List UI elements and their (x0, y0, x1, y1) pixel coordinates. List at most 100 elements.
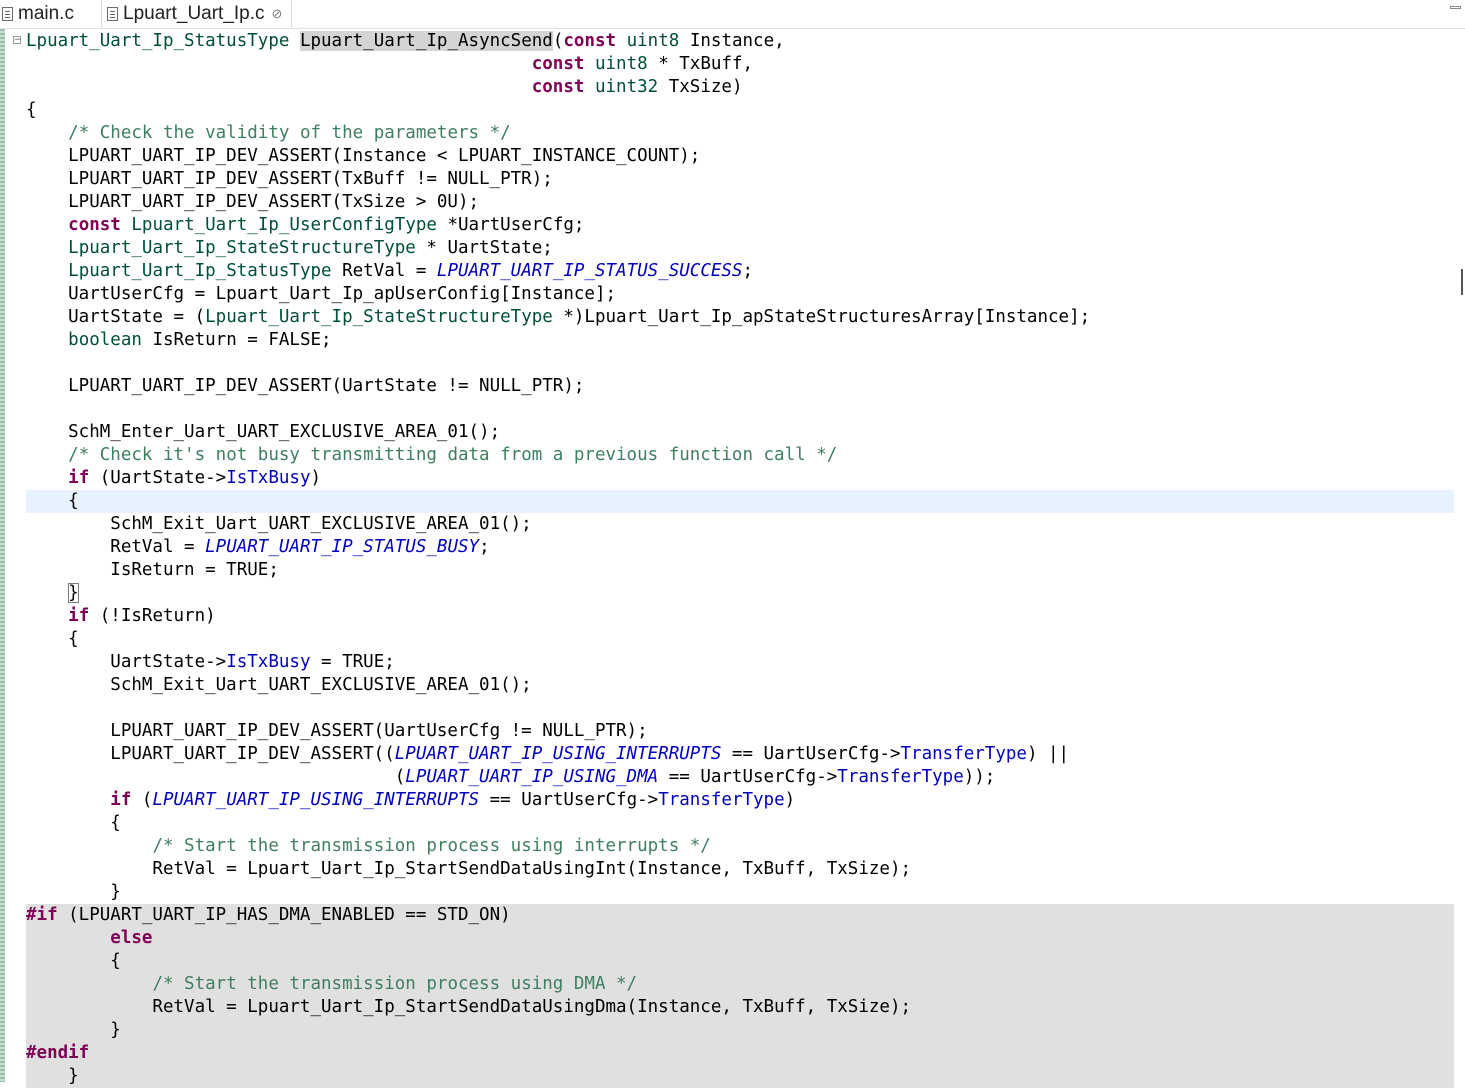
code-line[interactable]: LPUART_UART_IP_DEV_ASSERT(Instance < LPU… (26, 145, 1454, 168)
code-token: (!IsReturn) (89, 606, 216, 626)
code-token: IsReturn = FALSE; (141, 330, 332, 350)
code-token: LPUART_UART_IP_DEV_ASSERT(( (26, 744, 395, 764)
code-editor[interactable]: Lpuart_Uart_Ip_StatusType Lpuart_Uart_Ip… (26, 30, 1454, 1088)
code-line[interactable]: { (26, 99, 1454, 122)
code-token: (LPUART_UART_IP_HAS_DMA_ENABLED == STD_O… (57, 905, 511, 925)
code-line[interactable]: } (26, 582, 1454, 605)
code-token: LPUART_UART_IP_DEV_ASSERT(UartState != N… (26, 376, 585, 396)
code-line[interactable]: SchM_Exit_Uart_UART_EXCLUSIVE_AREA_01(); (26, 513, 1454, 536)
code-line[interactable]: LPUART_UART_IP_DEV_ASSERT(TxBuff != NULL… (26, 168, 1454, 191)
code-line[interactable]: SchM_Exit_Uart_UART_EXCLUSIVE_AREA_01(); (26, 674, 1454, 697)
code-line[interactable]: boolean IsReturn = FALSE; (26, 329, 1454, 352)
code-line[interactable]: UartUserCfg = Lpuart_Uart_Ip_apUserConfi… (26, 283, 1454, 306)
code-line[interactable]: const uint32 TxSize) (26, 76, 1454, 99)
code-line[interactable]: } (26, 881, 1454, 904)
code-line[interactable]: /* Check it's not busy transmitting data… (26, 444, 1454, 467)
code-token: uint8 (594, 54, 648, 74)
tab-lpuart-uart-ip-c[interactable]: Lpuart_Uart_Ip.c ⊘ (101, 0, 292, 28)
code-line[interactable]: } (26, 1065, 1454, 1088)
code-line[interactable]: /* Start the transmission process using … (26, 973, 1454, 996)
change-ruler (0, 29, 5, 1082)
code-line[interactable]: /* Check the validity of the parameters … (26, 122, 1454, 145)
code-token: *)Lpuart_Uart_Ip_apStateStructuresArray[… (552, 307, 1091, 327)
code-line[interactable]: ​ (26, 398, 1454, 421)
code-line[interactable]: /* Start the transmission process using … (26, 835, 1454, 858)
code-token: LPUART_UART_IP_USING_DMA (405, 767, 659, 787)
code-token: UartState = ( (26, 307, 206, 327)
code-line[interactable]: (LPUART_UART_IP_USING_DMA == UartUserCfg… (26, 766, 1454, 789)
minimize-icon[interactable] (1450, 6, 1461, 9)
code-line[interactable]: LPUART_UART_IP_DEV_ASSERT(UartState != N… (26, 375, 1454, 398)
code-token: const (563, 31, 617, 51)
code-token: TransferType (658, 790, 785, 810)
tab-main-c[interactable]: main.c (0, 0, 100, 28)
code-token: /* Start the transmission process using … (152, 974, 638, 994)
code-line[interactable]: UartState = (Lpuart_Uart_Ip_StateStructu… (26, 306, 1454, 329)
code-token: { (26, 813, 121, 833)
code-line[interactable]: UartState->IsTxBusy = TRUE; (26, 651, 1454, 674)
code-line[interactable]: { (26, 628, 1454, 651)
code-token: Lpuart_Uart_Ip_AsyncSend (299, 31, 553, 51)
code-token: LPUART_UART_IP_DEV_ASSERT(TxSize > 0U); (26, 192, 480, 212)
code-line[interactable]: if (!IsReturn) (26, 605, 1454, 628)
code-token: (UartState-> (89, 468, 227, 488)
code-line[interactable]: } (26, 1019, 1454, 1042)
code-line[interactable]: Lpuart_Uart_Ip_StateStructureType * Uart… (26, 237, 1454, 260)
scrollbar-thumb[interactable] (1461, 269, 1463, 295)
code-line[interactable]: else (26, 927, 1454, 950)
code-line[interactable]: ​ (26, 697, 1454, 720)
collapse-fold-icon[interactable]: − (13, 36, 22, 45)
code-line[interactable]: RetVal = Lpuart_Uart_Ip_StartSendDataUsi… (26, 996, 1454, 1019)
code-token: { (26, 951, 121, 971)
code-line[interactable]: const Lpuart_Uart_Ip_UserConfigType *Uar… (26, 214, 1454, 237)
code-line[interactable]: LPUART_UART_IP_DEV_ASSERT(TxSize > 0U); (26, 191, 1454, 214)
code-line[interactable]: #if (LPUART_UART_IP_HAS_DMA_ENABLED == S… (26, 904, 1454, 927)
code-token: #endif (26, 1043, 90, 1063)
code-token: Instance, (679, 31, 785, 51)
code-token: const (531, 77, 585, 97)
code-line[interactable]: SchM_Enter_Uart_UART_EXCLUSIVE_AREA_01()… (26, 421, 1454, 444)
code-line[interactable]: LPUART_UART_IP_DEV_ASSERT(UartUserCfg !=… (26, 720, 1454, 743)
code-line[interactable]: #endif (26, 1042, 1454, 1065)
code-token: LPUART_UART_IP_DEV_ASSERT(TxBuff != NULL… (26, 169, 553, 189)
code-line[interactable]: Lpuart_Uart_Ip_StatusType Lpuart_Uart_Ip… (26, 30, 1454, 53)
code-line[interactable]: const uint8 * TxBuff, (26, 53, 1454, 76)
code-token: == UartUserCfg-> (721, 744, 901, 764)
close-icon[interactable]: ⊘ (272, 6, 283, 22)
code-line[interactable]: ​ (26, 352, 1454, 375)
code-line[interactable]: { (26, 490, 1454, 513)
code-token: ; (479, 537, 490, 557)
code-token: /* Check the validity of the parameters … (68, 123, 511, 143)
code-token: { (26, 491, 79, 511)
code-token: == UartUserCfg-> (479, 790, 659, 810)
code-token: if (110, 790, 132, 810)
code-line[interactable]: if (LPUART_UART_IP_USING_INTERRUPTS == U… (26, 789, 1454, 812)
code-token: LPUART_UART_IP_DEV_ASSERT(Instance < LPU… (26, 146, 701, 166)
code-token: Lpuart_Uart_Ip_StateStructureType (205, 307, 553, 327)
code-token: Lpuart_Uart_Ip_StatusType (26, 31, 290, 51)
overview-ruler[interactable] (1455, 29, 1465, 1082)
code-token: TransferType (900, 744, 1027, 764)
code-line[interactable]: LPUART_UART_IP_DEV_ASSERT((LPUART_UART_I… (26, 743, 1454, 766)
code-token: Lpuart_Uart_Ip_StatusType (68, 261, 332, 281)
code-line[interactable]: RetVal = LPUART_UART_IP_STATUS_BUSY; (26, 536, 1454, 559)
code-line[interactable]: RetVal = Lpuart_Uart_Ip_StartSendDataUsi… (26, 858, 1454, 881)
code-line[interactable]: { (26, 812, 1454, 835)
code-line[interactable]: { (26, 950, 1454, 973)
code-line[interactable]: if (UartState->IsTxBusy) (26, 467, 1454, 490)
code-line[interactable]: Lpuart_Uart_Ip_StatusType RetVal = LPUAR… (26, 260, 1454, 283)
tab-label: Lpuart_Uart_Ip.c (123, 3, 265, 24)
code-token: SchM_Exit_Uart_UART_EXCLUSIVE_AREA_01(); (26, 514, 532, 534)
code-line[interactable]: IsReturn = TRUE; (26, 559, 1454, 582)
code-token: } (68, 583, 79, 603)
